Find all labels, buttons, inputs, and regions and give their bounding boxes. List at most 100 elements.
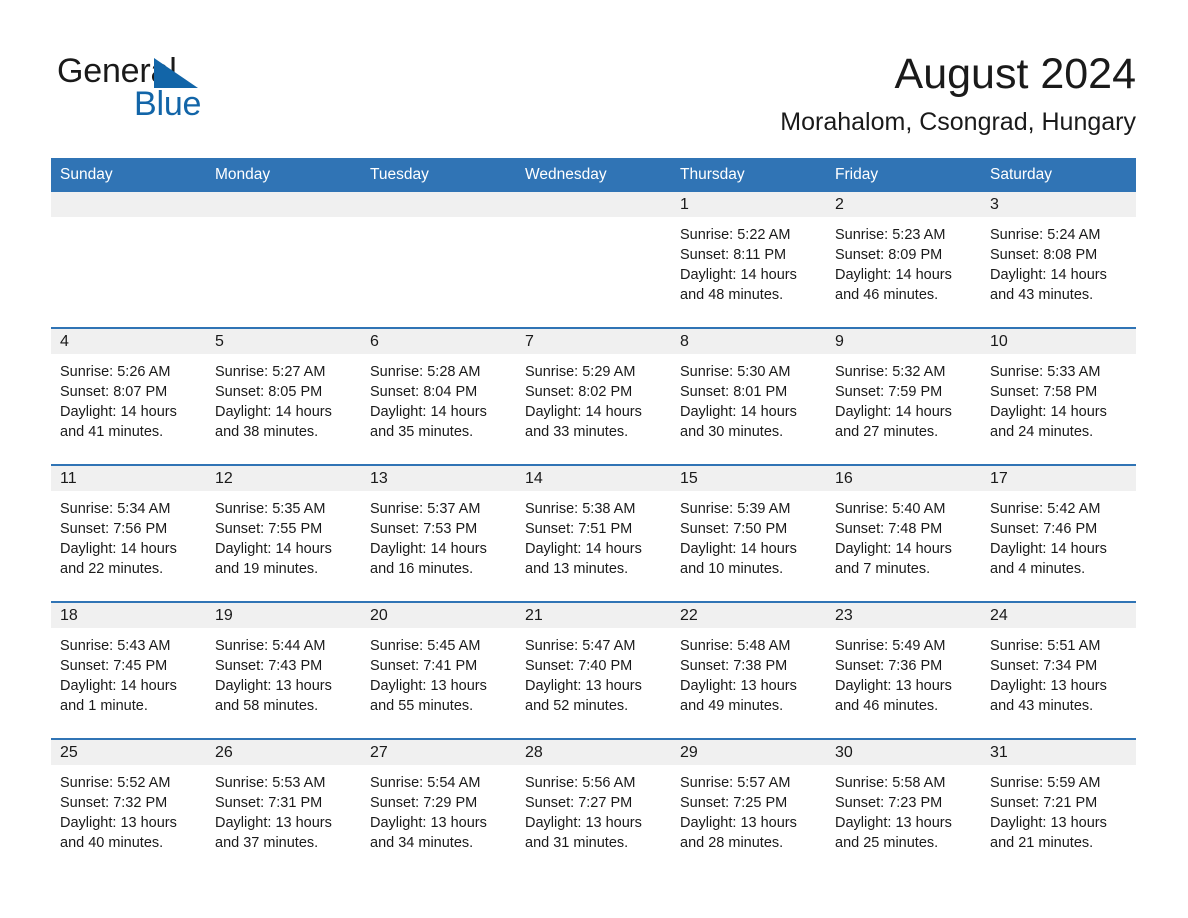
sunset-text: Sunset: 7:45 PM (60, 658, 168, 674)
day-cell[interactable]: 15 Sunrise: 5:39 AM Sunset: 7:50 PM Dayligh… (671, 464, 826, 602)
sunset-text: Sunset: 8:05 PM (215, 384, 323, 400)
sunrise-text: Sunrise: 5:53 AM (215, 775, 326, 791)
day-number: 4 (51, 329, 206, 354)
day-number: 20 (361, 603, 516, 628)
sunrise-text: Sunrise: 5:38 AM (525, 501, 636, 517)
day-cell[interactable]: 17 Sunrise: 5:42 AM Sunset: 7:46 PM Dayligh… (981, 464, 1136, 602)
calendar-week-row: 18 Sunrise: 5:43 AM Sunset: 7:45 PM Dayligh… (51, 601, 1136, 739)
day-cell[interactable]: 10 Sunrise: 5:33 AM Sunset: 7:58 PM Dayligh… (981, 327, 1136, 465)
day-cell[interactable]: 23 Sunrise: 5:49 AM Sunset: 7:36 PM Dayligh… (826, 601, 981, 739)
sunset-text: Sunset: 8:11 PM (680, 247, 787, 263)
sunset-text: Sunset: 7:29 PM (370, 795, 478, 811)
day-cell[interactable]: 28 Sunrise: 5:56 AM Sunset: 7:27 PM Dayligh… (516, 738, 671, 875)
daylight-text: Daylight: 14 hours and 41 minutes. (60, 404, 177, 440)
sunset-text: Sunset: 7:55 PM (215, 521, 323, 537)
day-cell[interactable]: 18 Sunrise: 5:43 AM Sunset: 7:45 PM Dayligh… (51, 601, 206, 739)
sunrise-text: Sunrise: 5:40 AM (835, 501, 946, 517)
daylight-text: Daylight: 14 hours and 19 minutes. (215, 541, 332, 577)
day-info: Sunrise: 5:27 AM Sunset: 8:05 PM Daylight:… (206, 354, 361, 442)
day-cell[interactable]: 22 Sunrise: 5:48 AM Sunset: 7:38 PM Dayligh… (671, 601, 826, 739)
calendar-body: 1 Sunrise: 5:22 AM Sunset: 8:11 PM Daylight… (51, 192, 1136, 875)
day-cell[interactable]: 8 Sunrise: 5:30 AM Sunset: 8:01 PM Daylight… (671, 327, 826, 465)
sunrise-text: Sunrise: 5:49 AM (835, 638, 946, 654)
day-cell[interactable]: 3 Sunrise: 5:24 AM Sunset: 8:08 PM Daylight… (981, 192, 1136, 328)
day-cell[interactable]: 1 Sunrise: 5:22 AM Sunset: 8:11 PM Daylight… (671, 192, 826, 328)
day-cell[interactable]: 16 Sunrise: 5:40 AM Sunset: 7:48 PM Dayligh… (826, 464, 981, 602)
day-number: 16 (826, 466, 981, 491)
sunrise-text: Sunrise: 5:28 AM (370, 364, 481, 380)
day-cell[interactable]: 5 Sunrise: 5:27 AM Sunset: 8:05 PM Daylight… (206, 327, 361, 465)
sunset-text: Sunset: 8:08 PM (990, 247, 1098, 263)
generalblue-logo[interactable]: General Blue (57, 52, 317, 124)
day-info: Sunrise: 5:54 AM Sunset: 7:29 PM Daylight:… (361, 765, 516, 853)
day-cell[interactable]: 7 Sunrise: 5:29 AM Sunset: 8:02 PM Daylight… (516, 327, 671, 465)
day-cell[interactable]: 20 Sunrise: 5:45 AM Sunset: 7:41 PM Dayligh… (361, 601, 516, 739)
daylight-text: Daylight: 14 hours and 46 minutes. (835, 267, 952, 303)
day-number: 29 (671, 740, 826, 765)
day-cell[interactable]: 19 Sunrise: 5:44 AM Sunset: 7:43 PM Dayligh… (206, 601, 361, 739)
day-number: 26 (206, 740, 361, 765)
day-number: 14 (516, 466, 671, 491)
day-cell[interactable]: 12 Sunrise: 5:35 AM Sunset: 7:55 PM Dayligh… (206, 464, 361, 602)
sunset-text: Sunset: 7:36 PM (835, 658, 943, 674)
day-number (361, 192, 516, 217)
day-cell[interactable]: 31 Sunrise: 5:59 AM Sunset: 7:21 PM Dayligh… (981, 738, 1136, 875)
day-info: Sunrise: 5:44 AM Sunset: 7:43 PM Daylight:… (206, 628, 361, 716)
day-number: 13 (361, 466, 516, 491)
daylight-text: Daylight: 14 hours and 7 minutes. (835, 541, 952, 577)
daylight-text: Daylight: 13 hours and 37 minutes. (215, 815, 332, 851)
sunrise-text: Sunrise: 5:37 AM (370, 501, 481, 517)
day-info: Sunrise: 5:43 AM Sunset: 7:45 PM Daylight:… (51, 628, 206, 716)
sunset-text: Sunset: 8:01 PM (680, 384, 788, 400)
daylight-text: Daylight: 14 hours and 10 minutes. (680, 541, 797, 577)
day-cell[interactable]: 9 Sunrise: 5:32 AM Sunset: 7:59 PM Daylight… (826, 327, 981, 465)
day-cell[interactable]: 26 Sunrise: 5:53 AM Sunset: 7:31 PM Dayligh… (206, 738, 361, 875)
day-info (516, 217, 671, 225)
day-info (206, 217, 361, 225)
sunrise-text: Sunrise: 5:23 AM (835, 227, 946, 243)
sunset-text: Sunset: 7:32 PM (60, 795, 168, 811)
sunset-text: Sunset: 7:25 PM (680, 795, 788, 811)
sunset-text: Sunset: 7:51 PM (525, 521, 633, 537)
day-info: Sunrise: 5:29 AM Sunset: 8:02 PM Daylight:… (516, 354, 671, 442)
day-cell[interactable]: 30 Sunrise: 5:58 AM Sunset: 7:23 PM Dayligh… (826, 738, 981, 875)
sunrise-sunset-calendar: Sunday Monday Tuesday Wednesday Thursday… (51, 158, 1136, 875)
day-cell[interactable]: 25 Sunrise: 5:52 AM Sunset: 7:32 PM Dayligh… (51, 738, 206, 875)
day-number (516, 192, 671, 217)
daylight-text: Daylight: 14 hours and 4 minutes. (990, 541, 1107, 577)
calendar-week-row: 4 Sunrise: 5:26 AM Sunset: 8:07 PM Daylight… (51, 327, 1136, 465)
daylight-text: Daylight: 13 hours and 55 minutes. (370, 678, 487, 714)
day-cell[interactable]: 14 Sunrise: 5:38 AM Sunset: 7:51 PM Dayligh… (516, 464, 671, 602)
day-cell[interactable]: 21 Sunrise: 5:47 AM Sunset: 7:40 PM Dayligh… (516, 601, 671, 739)
sunset-text: Sunset: 7:53 PM (370, 521, 478, 537)
day-cell[interactable] (206, 192, 361, 328)
day-cell[interactable]: 27 Sunrise: 5:54 AM Sunset: 7:29 PM Dayligh… (361, 738, 516, 875)
daylight-text: Daylight: 14 hours and 48 minutes. (680, 267, 797, 303)
daylight-text: Daylight: 14 hours and 38 minutes. (215, 404, 332, 440)
day-cell[interactable] (361, 192, 516, 328)
day-cell[interactable]: 4 Sunrise: 5:26 AM Sunset: 8:07 PM Daylight… (51, 327, 206, 465)
daylight-text: Daylight: 13 hours and 43 minutes. (990, 678, 1107, 714)
day-cell[interactable] (516, 192, 671, 328)
sunrise-text: Sunrise: 5:34 AM (60, 501, 171, 517)
day-info: Sunrise: 5:30 AM Sunset: 8:01 PM Daylight:… (671, 354, 826, 442)
day-cell[interactable]: 11 Sunrise: 5:34 AM Sunset: 7:56 PM Dayligh… (51, 464, 206, 602)
day-cell[interactable]: 2 Sunrise: 5:23 AM Sunset: 8:09 PM Daylight… (826, 192, 981, 328)
day-cell[interactable] (51, 192, 206, 328)
day-number (51, 192, 206, 217)
sunrise-text: Sunrise: 5:43 AM (60, 638, 171, 654)
daylight-text: Daylight: 14 hours and 35 minutes. (370, 404, 487, 440)
day-number: 19 (206, 603, 361, 628)
day-cell[interactable]: 6 Sunrise: 5:28 AM Sunset: 8:04 PM Daylight… (361, 327, 516, 465)
daylight-text: Daylight: 14 hours and 16 minutes. (370, 541, 487, 577)
sunset-text: Sunset: 7:27 PM (525, 795, 633, 811)
daylight-text: Daylight: 13 hours and 58 minutes. (215, 678, 332, 714)
day-cell[interactable]: 29 Sunrise: 5:57 AM Sunset: 7:25 PM Dayligh… (671, 738, 826, 875)
sunset-text: Sunset: 7:38 PM (680, 658, 788, 674)
daylight-text: Daylight: 13 hours and 34 minutes. (370, 815, 487, 851)
location-subtitle: Morahalom, Csongrad, Hungary (780, 108, 1136, 136)
day-cell[interactable]: 24 Sunrise: 5:51 AM Sunset: 7:34 PM Dayligh… (981, 601, 1136, 739)
sunrise-text: Sunrise: 5:58 AM (835, 775, 946, 791)
sunset-text: Sunset: 7:34 PM (990, 658, 1098, 674)
day-cell[interactable]: 13 Sunrise: 5:37 AM Sunset: 7:53 PM Dayligh… (361, 464, 516, 602)
